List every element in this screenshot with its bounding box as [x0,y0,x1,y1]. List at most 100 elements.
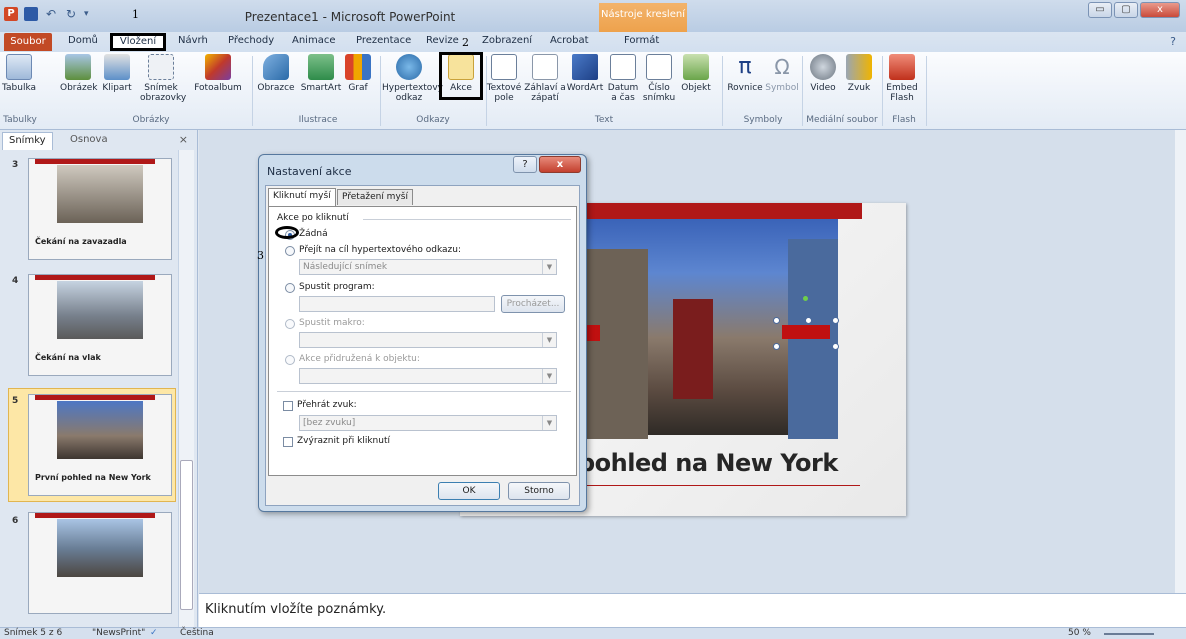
pi-icon: π [738,54,752,79]
smartart-button[interactable]: SmartArt [298,54,344,93]
language[interactable]: Čeština [180,628,214,638]
wordart-button[interactable]: WordArt [566,54,604,93]
speaker-icon [846,54,872,80]
shapes-button[interactable]: Obrazce [256,54,296,93]
slide-number-3: 3 [12,160,19,170]
omega-icon: Ω [774,55,790,79]
chart-button[interactable]: Graf [344,54,372,93]
play-sound-label[interactable]: Přehrát zvuk: [297,400,357,410]
annotation-3: 3 [257,249,264,262]
action-settings-dialog: Nastavení akce ? x Kliknutí myší Přetaže… [257,154,587,512]
cancel-button[interactable]: Storno [508,482,570,500]
screenshot-button[interactable]: Snímek obrazovky [140,54,186,103]
radio-hyperlink[interactable] [285,246,295,256]
object-button[interactable]: Objekt [678,54,714,93]
tab-view[interactable]: Zobrazení [482,35,532,46]
ok-button[interactable]: OK [438,482,500,500]
minimize-button[interactable]: ▭ [1088,2,1112,18]
highlight-click-checkbox[interactable] [283,437,293,447]
notes-pane[interactable]: Kliknutím vložíte poznámky. [199,593,1186,627]
equation-button[interactable]: π Rovnice [724,54,766,93]
object-action-select: ▼ [299,368,557,384]
textbox-icon [491,54,517,80]
selection-handle[interactable] [773,343,780,350]
audio-button[interactable]: Zvuk [844,54,874,93]
chevron-down-icon: ▼ [542,369,556,383]
zoom-level[interactable]: 50 % [1068,628,1091,638]
dialog-tab-panel: Akce po kliknutí Žádná Přejít na cíl hyp… [268,206,577,476]
selection-handle[interactable] [832,343,839,350]
notes-placeholder[interactable]: Kliknutím vložíte poznámky. [205,602,386,617]
group-label-images: Obrázky [132,115,170,125]
theme-name: "NewsPrint" [92,628,146,638]
tab-outline[interactable]: Osnova [64,132,114,150]
selection-handle[interactable] [805,317,812,324]
rotation-handle[interactable] [802,295,809,302]
ribbon-tabs: Soubor Domů Vložení Návrh Přechody Anima… [0,32,1186,52]
maximize-button[interactable]: ▢ [1114,2,1138,18]
tab-slides[interactable]: Snímky [2,132,53,150]
picture-icon [65,54,91,80]
dialog-body: Kliknutí myší Přetažení myší Akce po kli… [265,185,580,506]
header-footer-button[interactable]: Záhlaví a zápatí [524,54,566,103]
slide-thumbnail-3[interactable]: Čekání na zavazadla [28,158,172,260]
slide-thumbnail-4[interactable]: Čekání na vlak [28,274,172,376]
tab-slideshow[interactable]: Prezentace [356,35,411,46]
radio-hyperlink-label[interactable]: Přejít na cíl hypertextového odkazu: [299,245,461,255]
tab-format[interactable]: Formát [624,35,659,46]
spellcheck-icon[interactable]: ✓ [150,628,158,638]
symbol-button[interactable]: Ω Symbol [764,54,800,93]
hyperlink-globe-icon [396,54,422,80]
radio-run-program-label[interactable]: Spustit program: [299,282,375,292]
hyperlink-button[interactable]: Hypertextový odkaz [382,54,443,103]
tab-review[interactable]: Revize [426,35,459,46]
radio-object-action-label: Akce přidružená k objektu: [299,354,420,364]
chevron-down-icon: ▼ [542,333,556,347]
table-button[interactable]: Tabulka [2,54,36,93]
slidenumber-button[interactable]: Číslo snímku [642,54,676,103]
datetime-button[interactable]: Datum a čas [606,54,640,103]
group-label-symbols: Symboly [743,115,783,125]
slide-caption: Čekání na vlak [35,353,101,362]
tab-file[interactable]: Soubor [4,33,52,51]
dialog-help-button[interactable]: ? [513,156,537,173]
browse-button: Procházet... [501,295,565,313]
selection-handle[interactable] [832,317,839,324]
sound-select: [bez zvuku] ▼ [299,415,557,431]
slide-number-icon [646,54,672,80]
close-button[interactable]: x [1140,2,1180,18]
photoalbum-button[interactable]: Fotoalbum [194,54,242,93]
tab-transitions[interactable]: Přechody [228,35,274,46]
radio-run-program[interactable] [285,283,295,293]
clipart-button[interactable]: Klipart [100,54,134,93]
canvas-scrollbar[interactable] [1175,130,1186,593]
highlight-click-label[interactable]: Zvýraznit při kliknutí [297,436,390,446]
tab-insert[interactable]: Vložení [110,33,166,51]
tab-acrobat[interactable]: Acrobat [550,35,589,46]
tab-mouse-over[interactable]: Přetažení myší [337,189,413,205]
status-bar: Snímek 5 z 6 "NewsPrint" ✓ Čeština 50 % [0,627,1186,639]
close-icon[interactable]: × [179,133,188,146]
dialog-close-button[interactable]: x [539,156,581,173]
radio-none-label[interactable]: Žádná [299,229,328,239]
zoom-slider[interactable] [1104,633,1154,635]
picture-button[interactable]: Obrázek [60,54,98,93]
slide-thumbnail-6[interactable] [28,512,172,614]
selection-handle[interactable] [773,317,780,324]
scrollbar-thumb[interactable] [180,460,193,610]
shapes-icon [263,54,289,80]
play-sound-checkbox[interactable] [283,401,293,411]
textbox-button[interactable]: Textové pole [486,54,522,103]
embed-flash-button[interactable]: Embed Flash [884,54,920,103]
slide-title[interactable]: pohled na New York [578,449,838,477]
slide-number-4: 4 [12,276,19,286]
tab-home[interactable]: Domů [68,35,98,46]
right-arrow-shape[interactable] [782,325,830,339]
tab-mouse-click[interactable]: Kliknutí myší [268,188,336,206]
tab-design[interactable]: Návrh [178,35,208,46]
panel-scrollbar[interactable] [178,150,194,627]
tab-animations[interactable]: Animace [292,35,335,46]
video-button[interactable]: Video [806,54,840,93]
slide-thumbnail-5[interactable]: První pohled na New York [28,394,172,496]
help-icon[interactable]: ? [1170,35,1176,48]
